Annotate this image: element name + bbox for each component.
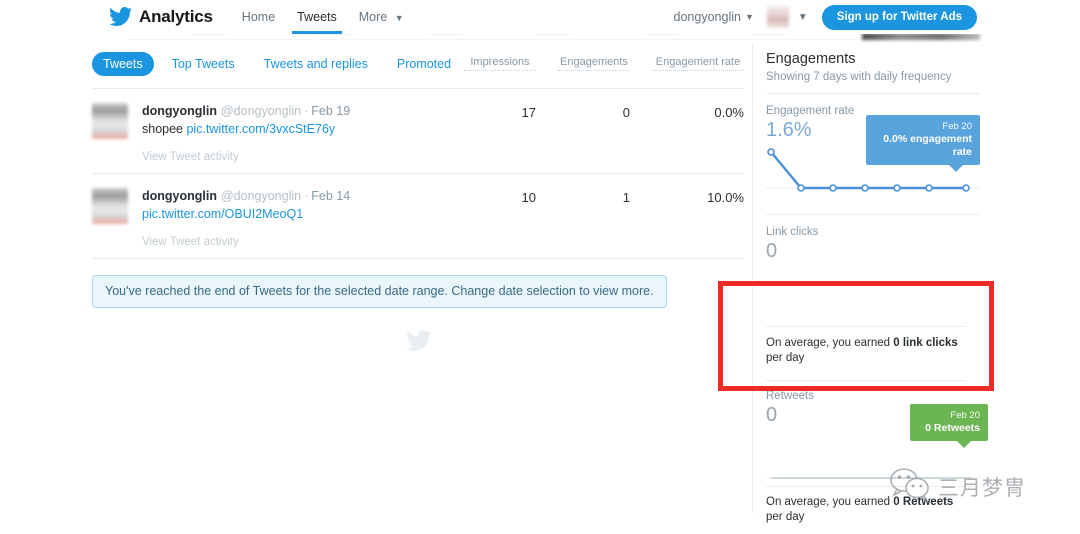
link-clicks-note-prefix: On average, you earned	[766, 337, 894, 349]
nav-item-tweets[interactable]: Tweets	[286, 0, 348, 34]
avatar[interactable]	[766, 6, 789, 28]
sidebar-rule-after-chart	[766, 214, 980, 215]
column-header-engagements[interactable]: Engagements	[558, 56, 630, 71]
engagement-rate-tooltip: Feb 20 0.0% engagement rate	[866, 115, 980, 172]
metric-engagements: 0	[622, 105, 630, 120]
tweet-date: Feb 19	[311, 104, 351, 118]
tweet-media-link[interactable]: pic.twitter.com/OBUI2MeoQ1	[142, 207, 303, 221]
tweet-handle: @dongyonglin	[220, 104, 302, 118]
view-tweet-activity-link[interactable]: View Tweet activity	[142, 236, 464, 248]
table-row[interactable]: dongyonglin @dongyonglin · Feb 14 pic.twitt…	[92, 174, 744, 259]
link-clicks-label: Link clicks	[766, 226, 819, 238]
tweet-thumbnail	[92, 103, 128, 139]
sidebar-subtitle: Showing 7 days with daily frequency	[766, 71, 952, 83]
nav-item-tweets-label: Tweets	[297, 10, 337, 24]
filter-tab-promoted[interactable]: Promoted	[386, 52, 462, 76]
tweet-text-line: shopee pic.twitter.com/3vxcStE76y	[142, 121, 464, 138]
tweet-text: shopee	[142, 122, 187, 136]
column-header-impressions[interactable]: Impressions	[464, 56, 536, 71]
tweet-date: Feb 14	[311, 189, 351, 203]
twitter-bird-icon	[108, 7, 132, 27]
tweet-body: dongyonglin @dongyonglin · Feb 19 shopee pi…	[142, 103, 464, 163]
metric-engagement-rate: 0.0%	[714, 105, 744, 120]
tweet-thumbnail	[92, 188, 128, 224]
metric-engagement-rate: 10.0%	[707, 190, 744, 205]
sidebar-divider	[752, 44, 753, 514]
tweet-separator: ·	[304, 104, 309, 118]
column-header-engagement-rate[interactable]: Engagement rate	[652, 56, 744, 71]
tweet-text-line: pic.twitter.com/OBUI2MeoQ1	[142, 206, 464, 223]
table-column-headers: Impressions Engagements Engagement rate	[464, 56, 744, 71]
tweet-filter-bar: Tweets Top Tweets Tweets and replies Pro…	[92, 44, 744, 84]
sidebar-divider-rule	[766, 93, 980, 94]
tweet-author[interactable]: dongyonglin	[142, 189, 217, 203]
scrolled-blurred-strip	[862, 33, 980, 40]
nav-item-home-label: Home	[241, 10, 276, 24]
tweet-author[interactable]: dongyonglin	[142, 104, 217, 118]
brand-name: Analytics	[139, 7, 213, 26]
tweet-media-link[interactable]: pic.twitter.com/3vxcStE76y	[186, 122, 335, 136]
tweet-body: dongyonglin @dongyonglin · Feb 14 pic.twitt…	[142, 188, 464, 248]
retweets-label: Retweets	[766, 390, 814, 402]
brand-logo[interactable]: Analytics	[108, 7, 213, 27]
retweets-note-suffix: per day	[766, 511, 805, 523]
link-clicks-note-top-rule	[766, 326, 966, 327]
filter-tab-tweets-and-replies-label: Tweets and replies	[263, 57, 368, 71]
wechat-icon	[888, 466, 932, 507]
tweet-metrics: 10 1 10.0%	[464, 188, 744, 248]
tweets-main-column: Tweets Top Tweets Tweets and replies Pro…	[92, 44, 744, 357]
nav-item-more-label: More	[358, 10, 388, 24]
wechat-watermark-text: 三月梦冑	[938, 475, 1026, 500]
metric-impressions: 10	[521, 190, 536, 205]
end-of-tweets-notice: You've reached the end of Tweets for the…	[92, 275, 667, 308]
tweet-meta-line: dongyonglin @dongyonglin · Feb 14	[142, 188, 464, 204]
signup-twitter-ads-button[interactable]: Sign up for Twitter Ads	[821, 4, 977, 30]
tweet-metrics: 17 0 0.0%	[464, 103, 744, 163]
tweet-handle: @dongyonglin	[220, 189, 302, 203]
metric-engagements: 1	[622, 190, 630, 205]
nav-item-home[interactable]: Home	[231, 0, 286, 34]
filter-tab-tweets-label: Tweets	[103, 57, 143, 71]
filter-tab-tweets[interactable]: Tweets	[92, 52, 154, 76]
metric-impressions: 17	[521, 105, 536, 120]
link-clicks-value: 0	[766, 240, 778, 262]
tweet-separator: ·	[304, 189, 309, 203]
tooltip-date: Feb 20	[942, 121, 972, 132]
account-area: dongyonglin ▼ ▼ Sign up for Twitter Ads	[674, 4, 977, 30]
link-clicks-note-suffix: per day	[766, 352, 805, 364]
chevron-down-icon: ▼	[394, 12, 404, 23]
link-clicks-note-bottom-rule	[766, 380, 966, 381]
twitter-bird-watermark-icon	[92, 330, 744, 357]
tweet-meta-line: dongyonglin @dongyonglin · Feb 19	[142, 103, 464, 119]
filter-tab-tweets-and-replies[interactable]: Tweets and replies	[253, 52, 379, 76]
account-name[interactable]: dongyonglin	[674, 10, 741, 24]
sidebar-title: Engagements	[766, 51, 856, 67]
filter-tab-promoted-label: Promoted	[396, 57, 452, 71]
filter-tab-top-tweets[interactable]: Top Tweets	[161, 52, 246, 76]
avatar-chevron-down-icon[interactable]: ▼	[798, 12, 808, 23]
tooltip-value: 0 Retweets	[925, 422, 980, 434]
view-tweet-activity-link[interactable]: View Tweet activity	[142, 151, 464, 163]
tooltip-value: 0.0% engagement rate	[883, 133, 972, 158]
retweets-tooltip: Feb 20 0 Retweets	[910, 404, 988, 448]
link-clicks-average-note: On average, you earned 0 link clicks per…	[766, 336, 966, 366]
retweets-note-prefix: On average, you earned	[766, 496, 894, 508]
tooltip-date: Feb 20	[950, 410, 980, 421]
primary-nav: Home Tweets More ▼	[231, 0, 415, 34]
top-navigation-bar: Analytics Home Tweets More ▼ dongyonglin…	[0, 0, 1080, 34]
account-chevron-down-icon[interactable]: ▼	[745, 12, 754, 22]
link-clicks-average-block: On average, you earned 0 link clicks per…	[766, 326, 966, 381]
nav-item-more[interactable]: More ▼	[348, 0, 415, 34]
link-clicks-note-bold: 0 link clicks	[893, 337, 958, 349]
wechat-watermark: 三月梦冑	[888, 466, 1026, 507]
filter-tab-top-tweets-label: Top Tweets	[171, 57, 235, 71]
table-row[interactable]: dongyonglin @dongyonglin · Feb 19 shopee pi…	[92, 89, 744, 174]
